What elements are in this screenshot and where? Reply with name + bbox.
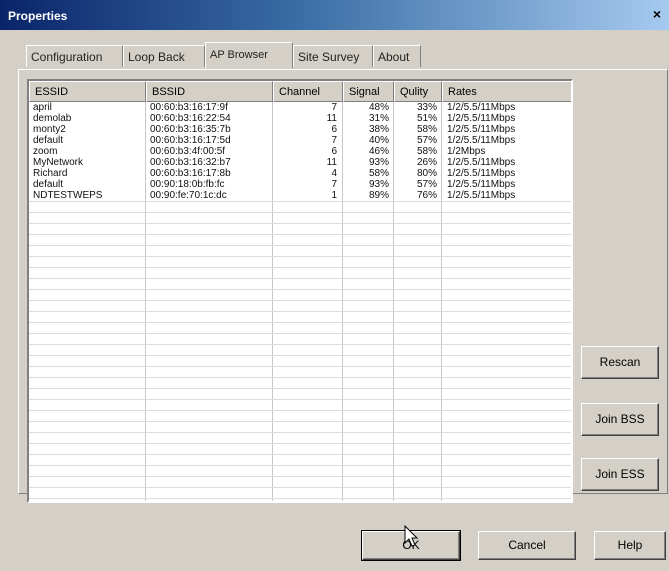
- column-header-rates[interactable]: Rates: [442, 81, 571, 102]
- cell-signal: 48%: [368, 102, 389, 113]
- cell-channel: 11: [326, 157, 337, 168]
- tab-site-survey[interactable]: Site Survey: [293, 45, 373, 67]
- cell-signal: 93%: [368, 157, 389, 168]
- cell-rates: 1/2/5.5/11Mbps: [447, 113, 516, 124]
- cell-essid: MyNetwork: [33, 157, 84, 168]
- table-row[interactable]: april 00:60:b3:16:17:9f 7 48% 33% 1/2/5.5/11M…: [29, 102, 571, 113]
- cell-essid: zoom: [33, 146, 58, 157]
- list-header: ESSID BSSID Channel Signal Qulity Rates: [29, 81, 571, 102]
- rescan-button[interactable]: Rescan: [581, 346, 659, 379]
- cell-quality: 80%: [416, 168, 437, 179]
- cell-signal: 38%: [368, 124, 389, 135]
- column-header-bssid[interactable]: BSSID: [146, 81, 273, 102]
- cell-bssid: 00:60:b3:16:17:8b: [150, 168, 231, 179]
- cancel-button[interactable]: Cancel: [478, 531, 576, 560]
- cell-rates: 1/2/5.5/11Mbps: [447, 157, 516, 168]
- cell-rates: 1/2/5.5/11Mbps: [447, 102, 516, 113]
- ap-list[interactable]: ESSID BSSID Channel Signal Qulity Rates …: [27, 79, 573, 503]
- column-header-quality[interactable]: Qulity: [394, 81, 442, 102]
- cell-channel: 1: [331, 190, 337, 201]
- cell-channel: 6: [331, 146, 337, 157]
- tab-configuration[interactable]: Configuration: [26, 45, 123, 67]
- tab-ap-browser[interactable]: AP Browser: [205, 42, 293, 68]
- cell-signal: 31%: [368, 113, 389, 124]
- cell-signal: 93%: [368, 179, 389, 190]
- cell-quality: 26%: [416, 157, 437, 168]
- table-row[interactable]: MyNetwork 00:60:b3:16:32:b7 11 93% 26% 1/2/5.…: [29, 157, 571, 168]
- cell-signal: 40%: [368, 135, 389, 146]
- cell-bssid: 00:60:b3:16:32:b7: [150, 157, 231, 168]
- cell-quality: 51%: [416, 113, 437, 124]
- cell-essid: default: [33, 135, 64, 146]
- cell-channel: 4: [331, 168, 337, 179]
- column-header-signal[interactable]: Signal: [343, 81, 394, 102]
- cell-essid: NDTESTWEPS: [33, 190, 103, 201]
- cell-channel: 11: [326, 113, 337, 124]
- tab-loop-back[interactable]: Loop Back: [123, 45, 205, 67]
- cell-bssid: 00:60:b3:16:17:9f: [150, 102, 228, 113]
- column-header-essid[interactable]: ESSID: [29, 81, 146, 102]
- cell-quality: 33%: [416, 102, 437, 113]
- cell-quality: 57%: [416, 179, 437, 190]
- join-ess-button[interactable]: Join ESS: [581, 458, 659, 491]
- table-row[interactable]: default 00:60:b3:16:17:5d 7 40% 57% 1/2/5.5/1…: [29, 135, 571, 146]
- cell-rates: 1/2/5.5/11Mbps: [447, 190, 516, 201]
- cell-quality: 57%: [416, 135, 437, 146]
- cell-signal: 89%: [368, 190, 389, 201]
- cell-bssid: 00:90:18:0b:fb:fc: [150, 179, 225, 190]
- list-body: april 00:60:b3:16:17:9f 7 48% 33% 1/2/5.5/11M…: [29, 102, 571, 201]
- cell-channel: 7: [331, 179, 337, 190]
- cell-essid: default: [33, 179, 64, 190]
- cell-channel: 6: [331, 124, 337, 135]
- mouse-pointer-icon: [404, 525, 419, 547]
- title-bar: Properties ×: [0, 0, 669, 30]
- cell-essid: demolab: [33, 113, 72, 124]
- cell-essid: monty2: [33, 124, 66, 135]
- table-row[interactable]: monty2 00:60:b3:16:35:7b 6 38% 58% 1/2/5.5/11…: [29, 124, 571, 135]
- cell-bssid: 00:60:b3:4f:00:5f: [150, 146, 226, 157]
- cell-essid: Richard: [33, 168, 68, 179]
- cell-quality: 76%: [416, 190, 437, 201]
- cell-rates: 1/2/5.5/11Mbps: [447, 179, 516, 190]
- cell-bssid: 00:90:fe:70:1c:dc: [150, 190, 227, 201]
- cell-rates: 1/2Mbps: [447, 146, 486, 157]
- table-row[interactable]: demolab 00:60:b3:16:22:54 11 31% 51% 1/2/5.5/…: [29, 113, 571, 124]
- cell-rates: 1/2/5.5/11Mbps: [447, 168, 516, 179]
- help-button[interactable]: Help: [594, 531, 666, 560]
- close-icon[interactable]: ×: [649, 6, 665, 22]
- cell-essid: april: [33, 102, 52, 113]
- tab-about[interactable]: About: [373, 45, 421, 67]
- column-header-channel[interactable]: Channel: [273, 81, 343, 102]
- cell-quality: 58%: [416, 124, 437, 135]
- cell-rates: 1/2/5.5/11Mbps: [447, 135, 516, 146]
- cell-bssid: 00:60:b3:16:35:7b: [150, 124, 231, 135]
- cell-bssid: 00:60:b3:16:22:54: [150, 113, 231, 124]
- cell-signal: 58%: [368, 168, 389, 179]
- table-row[interactable]: Richard 00:60:b3:16:17:8b 4 58% 80% 1/2/5.5/1…: [29, 168, 571, 179]
- cell-signal: 46%: [368, 146, 389, 157]
- window-title: Properties: [8, 9, 68, 23]
- table-row[interactable]: zoom 00:60:b3:4f:00:5f 6 46% 58% 1/2Mbps: [29, 146, 571, 157]
- table-row[interactable]: NDTESTWEPS 00:90:fe:70:1c:dc 1 89% 76% 1/2/5.…: [29, 190, 571, 201]
- cell-channel: 7: [331, 135, 337, 146]
- table-row[interactable]: default 00:90:18:0b:fb:fc 7 93% 57% 1/2/5.5/1…: [29, 179, 571, 190]
- join-bss-button[interactable]: Join BSS: [581, 403, 659, 436]
- cell-channel: 7: [331, 102, 337, 113]
- cell-bssid: 00:60:b3:16:17:5d: [150, 135, 231, 146]
- cell-quality: 58%: [416, 146, 437, 157]
- cell-rates: 1/2/5.5/11Mbps: [447, 124, 516, 135]
